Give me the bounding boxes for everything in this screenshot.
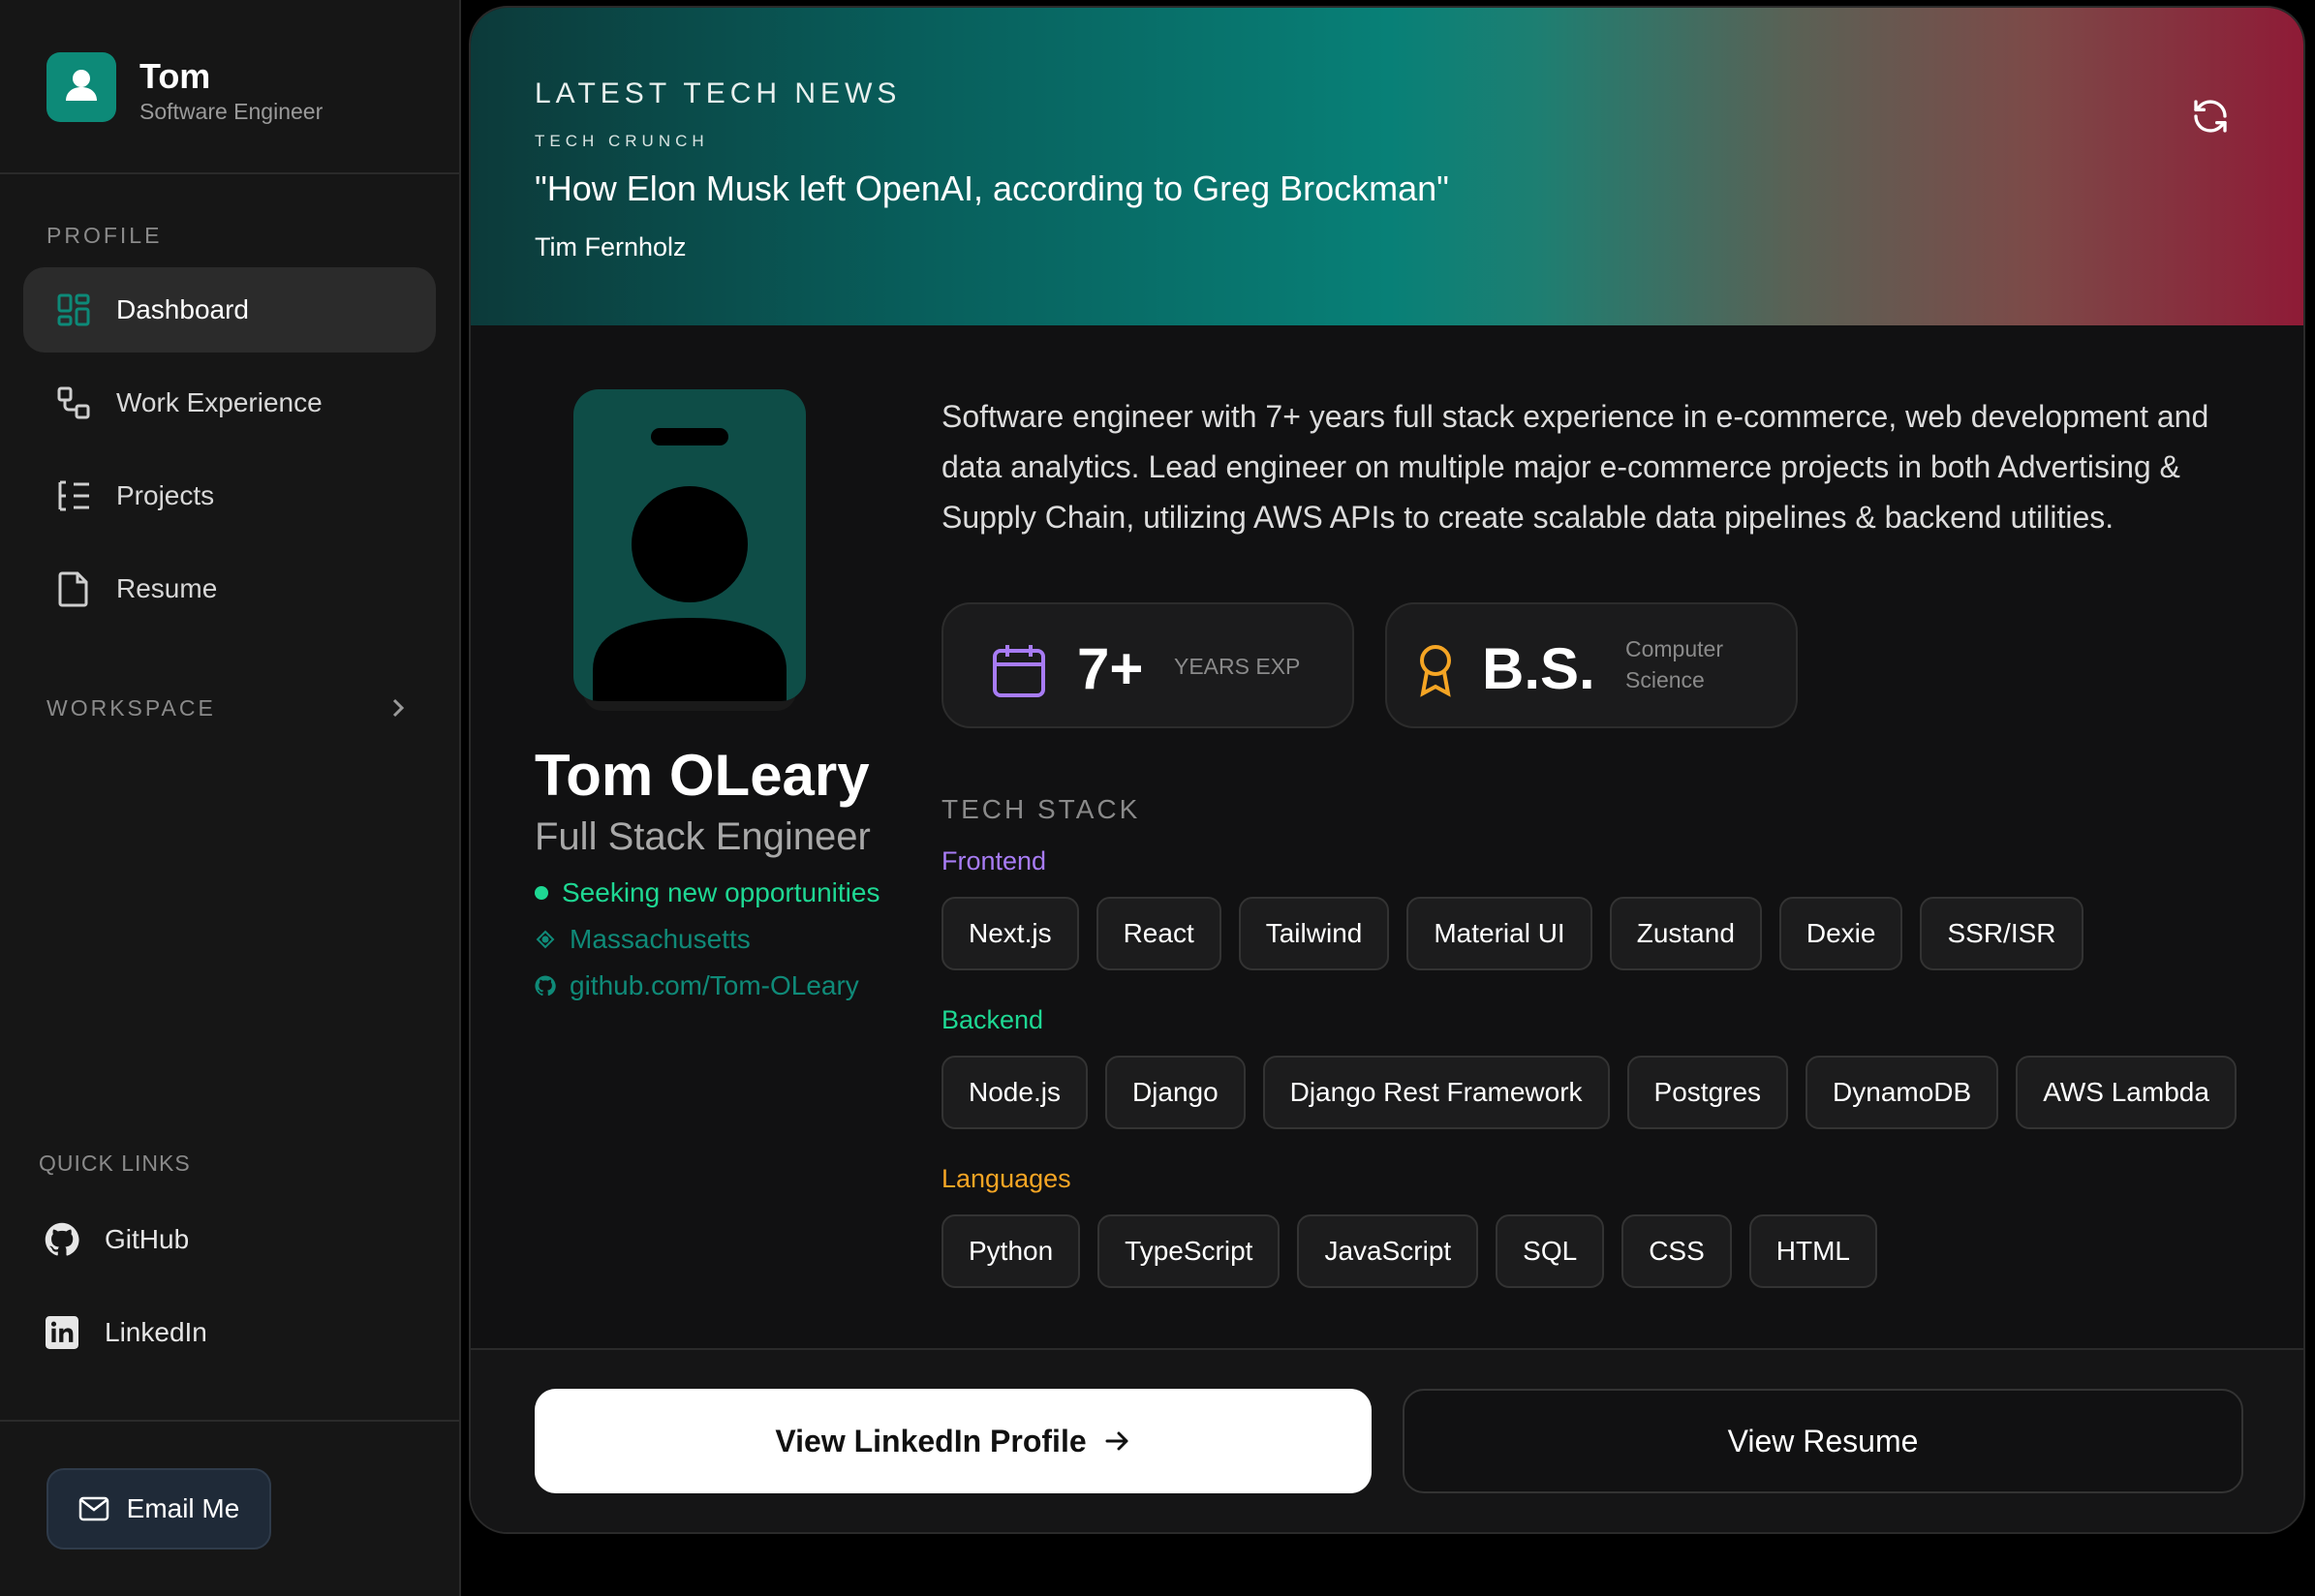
workspace-section-label: WORKSPACE — [46, 695, 216, 721]
refresh-news-button[interactable] — [2187, 95, 2234, 141]
news-headline[interactable]: "How Elon Musk left OpenAI, according to… — [535, 169, 1449, 209]
profile-bio: Software engineer with 7+ years full sta… — [941, 399, 2209, 535]
user-icon — [65, 68, 98, 107]
profile-name: Tom OLeary — [535, 743, 870, 808]
email-me-label: Email Me — [126, 1493, 240, 1523]
award-ribbon-icon — [1408, 643, 1463, 697]
profile-section-label: PROFILE — [46, 223, 163, 248]
id-badge-icon — [573, 428, 806, 701]
sidebar-user-role: Software Engineer — [139, 99, 324, 124]
stat-experience-value: 7+ — [1077, 636, 1144, 701]
tech-tag: Next.js — [941, 897, 1079, 970]
view-resume-button[interactable]: View Resume — [1403, 1389, 2243, 1493]
calendar-icon — [992, 643, 1046, 697]
email-me-button[interactable]: Email Me — [46, 1468, 271, 1550]
tech-tag: Python — [941, 1214, 1081, 1288]
github-icon — [535, 975, 556, 997]
status-dot-icon — [535, 886, 548, 900]
sidebar-item-label: Projects — [116, 480, 215, 510]
list-tree-icon — [54, 476, 93, 515]
linkedin-icon — [43, 1313, 81, 1352]
status-badge: Seeking new opportunities — [535, 877, 880, 908]
sidebar: Tom Software Engineer PROFILE Dashboard … — [0, 0, 461, 1596]
stat-degree-label-line2: Science — [1625, 667, 1705, 692]
stat-experience-label: YEARS EXP — [1174, 654, 1301, 679]
tech-tag: SSR/ISR — [1920, 897, 2084, 970]
briefcase-nodes-icon — [54, 384, 93, 422]
tech-tag: Dexie — [1778, 897, 1903, 970]
tech-tag: Node.js — [941, 1056, 1088, 1129]
view-linkedin-button[interactable]: View LinkedIn Profile — [535, 1389, 1372, 1493]
tech-tag: Django — [1104, 1056, 1246, 1129]
stat-years-experience: 7+ YEARS EXP — [941, 602, 1354, 728]
quick-link-label: GitHub — [105, 1224, 190, 1254]
tech-tag: CSS — [1621, 1214, 1732, 1288]
location-pin-icon — [535, 929, 556, 950]
frontend-label: Frontend — [941, 846, 1047, 875]
quick-link-linkedin[interactable]: LinkedIn — [43, 1304, 207, 1362]
status-text: Seeking new opportunities — [562, 877, 880, 907]
github-icon — [43, 1220, 81, 1259]
tech-tag: AWS Lambda — [2016, 1056, 2237, 1129]
app-root: Tom Software Engineer PROFILE Dashboard … — [0, 0, 2315, 1596]
news-source: TECH CRUNCH — [535, 132, 709, 150]
quick-links-section-label: QUICK LINKS — [39, 1151, 191, 1176]
sidebar-item-work-experience[interactable]: Work Experience — [23, 360, 436, 445]
stat-degree: B.S. Computer Science — [1385, 602, 1798, 728]
github-link-text: github.com/Tom-OLeary — [570, 970, 859, 1000]
tech-tag: Tailwind — [1238, 897, 1390, 970]
user-avatar[interactable] — [46, 52, 116, 122]
stat-degree-label-line1: Computer — [1625, 636, 1723, 661]
news-banner: LATEST TECH NEWS TECH CRUNCH "How Elon M… — [471, 8, 2303, 325]
arrow-right-icon — [1104, 1429, 1131, 1453]
sidebar-item-dashboard[interactable]: Dashboard — [23, 267, 436, 353]
location-text: Massachusetts — [570, 924, 751, 954]
tech-tag: SQL — [1496, 1214, 1605, 1288]
profile-card: LATEST TECH NEWS TECH CRUNCH "How Elon M… — [469, 6, 2305, 1534]
dashboard-grid-icon — [54, 291, 93, 329]
tech-tag: TypeScript — [1097, 1214, 1281, 1288]
mail-icon — [78, 1496, 109, 1521]
tech-tag: Django Rest Framework — [1262, 1056, 1610, 1129]
tech-tag: React — [1096, 897, 1221, 970]
sidebar-item-label: Work Experience — [116, 387, 323, 417]
tech-tag: HTML — [1748, 1214, 1878, 1288]
file-icon — [54, 569, 93, 608]
location-info: Massachusetts — [535, 924, 751, 955]
profile-title: Full Stack Engineer — [535, 815, 871, 858]
view-resume-label: View Resume — [1727, 1423, 1919, 1458]
quick-link-github[interactable]: GitHub — [43, 1211, 189, 1269]
frontend-tags: Next.js React Tailwind Material UI Zusta… — [941, 897, 2084, 970]
sidebar-header: Tom Software Engineer — [0, 0, 459, 174]
backend-tags: Node.js Django Django Rest Framework Pos… — [941, 1056, 2237, 1129]
sidebar-item-projects[interactable]: Projects — [23, 453, 436, 538]
stat-degree-value: B.S. — [1482, 636, 1595, 701]
tech-tag: Zustand — [1609, 897, 1762, 970]
languages-tags: Python TypeScript JavaScript SQL CSS HTM… — [941, 1214, 1878, 1288]
quick-link-label: LinkedIn — [105, 1317, 207, 1347]
sidebar-user-name: Tom — [139, 56, 211, 96]
tech-tag: DynamoDB — [1806, 1056, 1999, 1129]
card-footer: View LinkedIn Profile View Resume — [471, 1348, 2303, 1532]
chevron-right-icon[interactable] — [389, 695, 407, 725]
sidebar-item-resume[interactable]: Resume — [23, 546, 436, 631]
backend-label: Backend — [941, 1005, 1044, 1034]
sidebar-item-label: Dashboard — [116, 294, 249, 324]
news-author: Tim Fernholz — [535, 232, 687, 261]
tech-tag: Postgres — [1626, 1056, 1789, 1129]
tech-tag: JavaScript — [1297, 1214, 1479, 1288]
sidebar-item-label: Resume — [116, 573, 218, 603]
tech-tag: Material UI — [1406, 897, 1592, 970]
view-linkedin-label: View LinkedIn Profile — [775, 1423, 1087, 1458]
github-link[interactable]: github.com/Tom-OLeary — [535, 970, 859, 1001]
tech-stack-label: TECH STACK — [941, 794, 1141, 824]
profile-photo — [573, 389, 806, 701]
refresh-icon — [2191, 97, 2230, 140]
news-section-label: LATEST TECH NEWS — [535, 77, 902, 109]
languages-label: Languages — [941, 1164, 1071, 1193]
